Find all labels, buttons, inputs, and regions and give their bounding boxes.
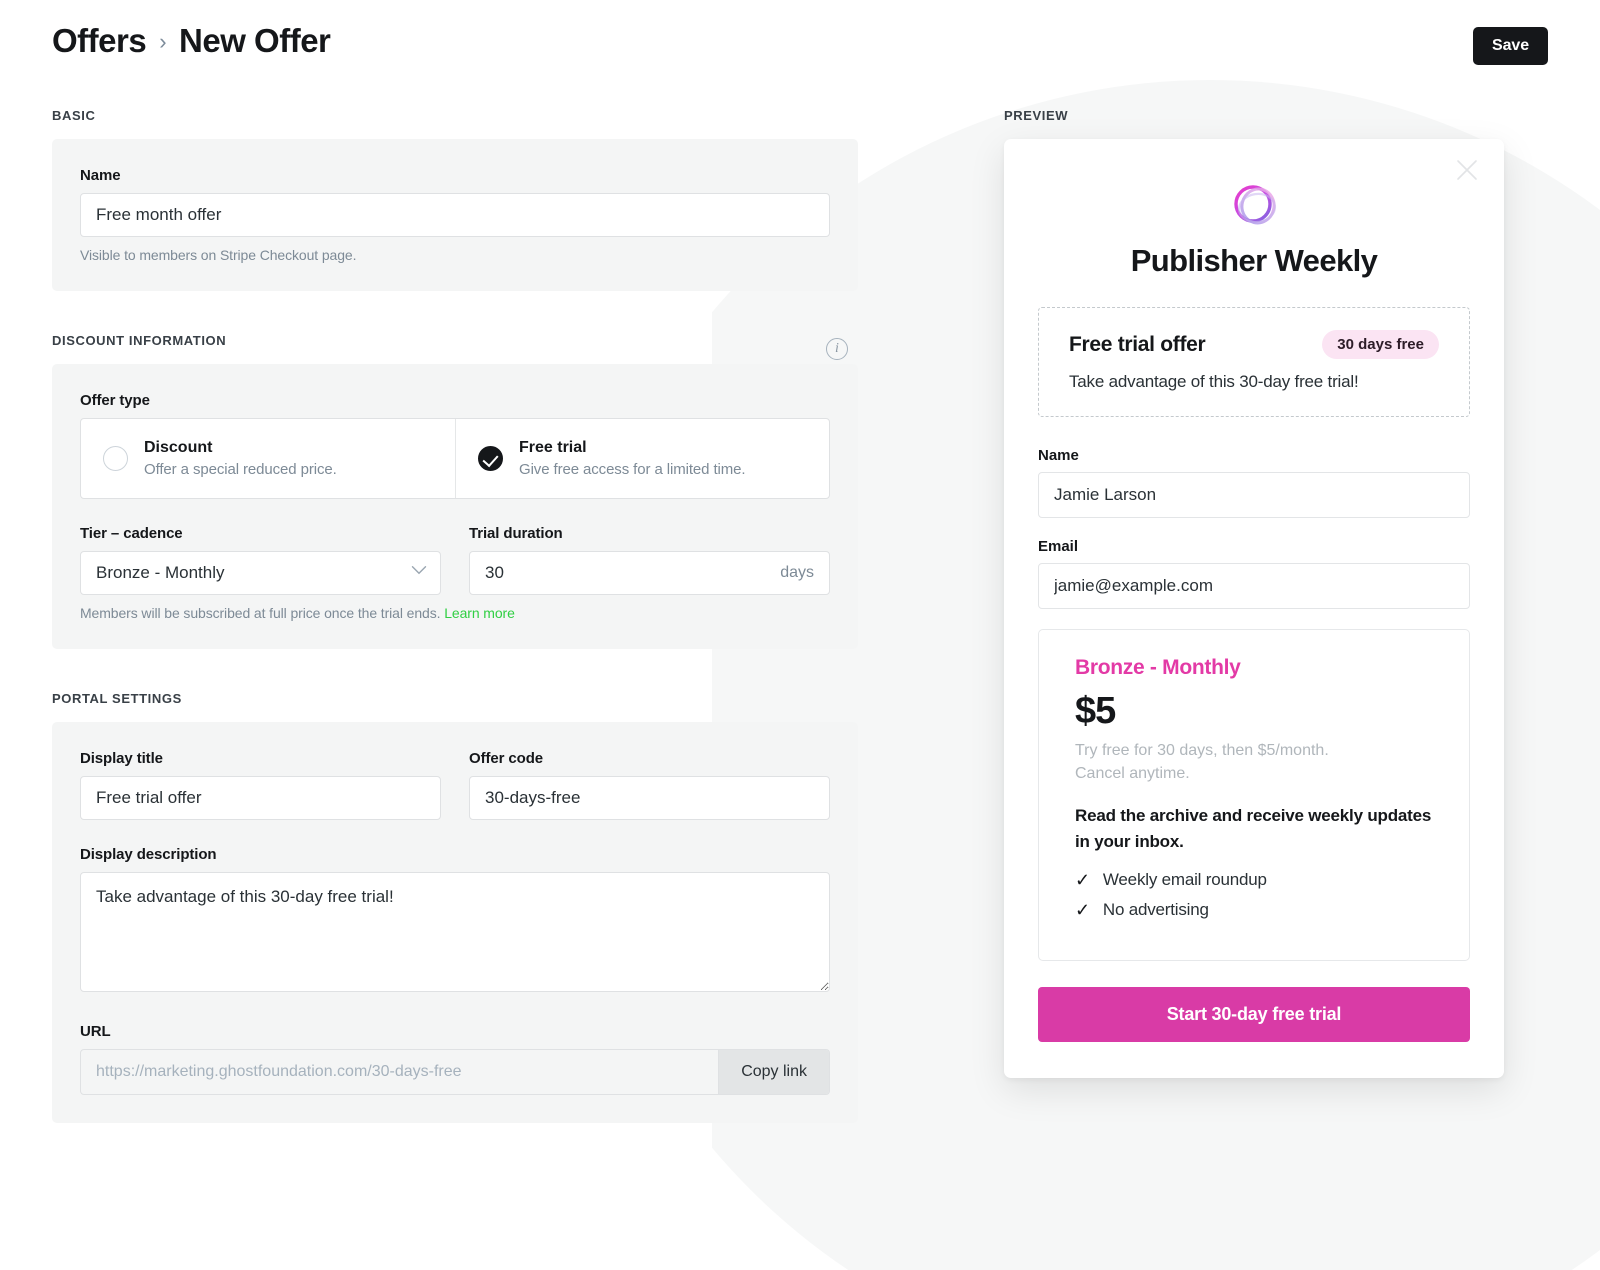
basic-section-label: BASIC [52,108,96,123]
trial-footnote: Members will be subscribed at full price… [80,605,830,621]
preview-section-label: PREVIEW [1004,108,1069,123]
radio-selected-check-icon[interactable] [478,445,503,471]
preview-email-input[interactable] [1038,563,1470,609]
url-label: URL [80,1022,111,1040]
preview-plan-terms-line2: Cancel anytime. [1075,765,1190,783]
preview-email-label: Email [1038,538,1079,555]
tier-cadence-select[interactable] [80,550,441,595]
trial-duration-input[interactable] [469,550,830,595]
display-description-label: Display description [80,845,217,863]
offer-type-discount-subtitle: Offer a special reduced price. [144,460,337,478]
offer-type-option-free-trial[interactable]: Free trial Give free access for a limite… [455,419,829,498]
tier-cadence-select-wrap [80,550,441,595]
preview-name-input[interactable] [1038,472,1470,518]
preview-offer-title: Free trial offer [1069,332,1206,356]
display-title-field: Display title [80,750,441,820]
name-field-hint: Visible to members on Stripe Checkout pa… [80,247,357,263]
preview-offer-box: Free trial offer 30 days free Take advan… [1038,307,1470,417]
preview-email-field: Email [1038,538,1470,609]
offer-type-free-trial-title: Free trial [519,439,587,456]
display-title-input[interactable] [80,775,441,820]
offer-code-input[interactable] [469,775,830,820]
tier-cadence-field: Tier – cadence [80,525,441,595]
preview-plan-card[interactable]: Bronze - Monthly $5 Try free for 30 days… [1038,629,1470,962]
preview-benefit-item: ✓ Weekly email roundup [1075,870,1433,890]
preview-name-label: Name [1038,447,1079,464]
tier-cadence-label: Tier – cadence [80,524,183,542]
check-icon: ✓ [1075,870,1090,891]
preview-benefit-label: Weekly email roundup [1102,870,1267,890]
preview-plan-name: Bronze - Monthly [1075,656,1241,679]
info-icon[interactable]: i [826,337,848,360]
preview-benefit-item: ✓ No advertising [1075,900,1433,920]
portal-section-label: PORTAL SETTINGS [52,690,182,706]
offer-editor-page: Offers › New Offer Save BASIC Name Visib… [0,0,1600,1270]
url-row: Copy link [80,1048,830,1095]
offer-code-field: Offer code [469,750,830,820]
display-description-field: Display description [80,846,830,997]
name-input[interactable] [80,193,830,237]
ring-logo-icon [1226,177,1282,233]
breadcrumb-offers-link[interactable]: Offers [52,22,147,60]
preview-site-title: Publisher Weekly [1130,243,1378,278]
radio-unselected-icon[interactable] [103,445,128,471]
preview-offer-badge: 30 days free [1322,330,1439,359]
trial-duration-input-wrap: days [469,550,830,595]
discount-section-header: DISCOUNT INFORMATION i [52,333,858,364]
offer-type-option-discount[interactable]: Discount Offer a special reduced price. [81,419,455,498]
save-button[interactable]: Save [1473,27,1548,65]
basic-panel: Name Visible to members on Stripe Checko… [52,139,858,291]
breadcrumb: Offers › New Offer [52,22,331,60]
discount-panel: Offer type Discount Offer a special redu… [52,364,858,649]
preview-offer-top-row: Free trial offer 30 days free [1069,330,1439,359]
preview-plan-terms-line1: Try free for 30 days, then $5/month. [1075,742,1329,759]
preview-column: PREVIEW Publisher Weekly Free trial offe… [1004,108,1504,1079]
preview-benefit-label: No advertising [1102,900,1209,920]
learn-more-link[interactable]: Learn more [444,605,515,621]
display-title-label: Display title [80,749,163,767]
page-title: New Offer [179,22,331,59]
preview-offer-description: Take advantage of this 30-day free trial… [1069,372,1359,391]
close-icon[interactable] [1454,157,1480,183]
portal-panel: Display title Offer code Display descrip… [52,721,858,1123]
tier-duration-row: Tier – cadence Trial duration days [80,525,830,595]
offer-code-label: Offer code [469,749,544,767]
offer-type-free-trial-subtitle: Give free access for a limited time. [519,460,746,478]
breadcrumb-separator-icon: › [159,29,167,54]
offer-form-column: BASIC Name Visible to members on Stripe … [52,108,858,1123]
trial-duration-label: Trial duration [469,524,563,542]
portal-preview-card: Publisher Weekly Free trial offer 30 day… [1004,139,1504,1079]
preview-plan-description: Read the archive and receive weekly upda… [1075,806,1432,851]
preview-plan-price: $5 [1075,690,1116,732]
start-free-trial-button[interactable]: Start 30-day free trial [1038,987,1470,1043]
page-header: Offers › New Offer Save [0,0,1600,100]
copy-link-button[interactable]: Copy link [718,1049,829,1094]
trial-footnote-text: Members will be subscribed at full price… [80,604,441,621]
portal-settings-section: PORTAL SETTINGS Display title Offer code… [52,691,858,1123]
preview-name-field: Name [1038,447,1470,518]
trial-duration-field: Trial duration days [469,525,830,595]
offer-type-label: Offer type [80,392,150,409]
discount-section-label: DISCOUNT INFORMATION [52,333,227,348]
check-icon: ✓ [1075,900,1090,921]
discount-section: DISCOUNT INFORMATION i Offer type Discou… [52,333,858,649]
preview-plan-terms: Try free for 30 days, then $5/month. Can… [1075,739,1433,785]
display-description-textarea[interactable] [80,871,830,992]
offer-type-radio-group: Discount Offer a special reduced price. … [80,418,830,499]
url-field: URL Copy link [80,1023,830,1095]
name-field-label: Name [80,167,121,184]
portal-top-row: Display title Offer code [80,750,830,820]
basic-section: BASIC Name Visible to members on Stripe … [52,108,858,291]
offer-type-discount-title: Discount [144,439,213,456]
url-input[interactable] [81,1049,719,1094]
